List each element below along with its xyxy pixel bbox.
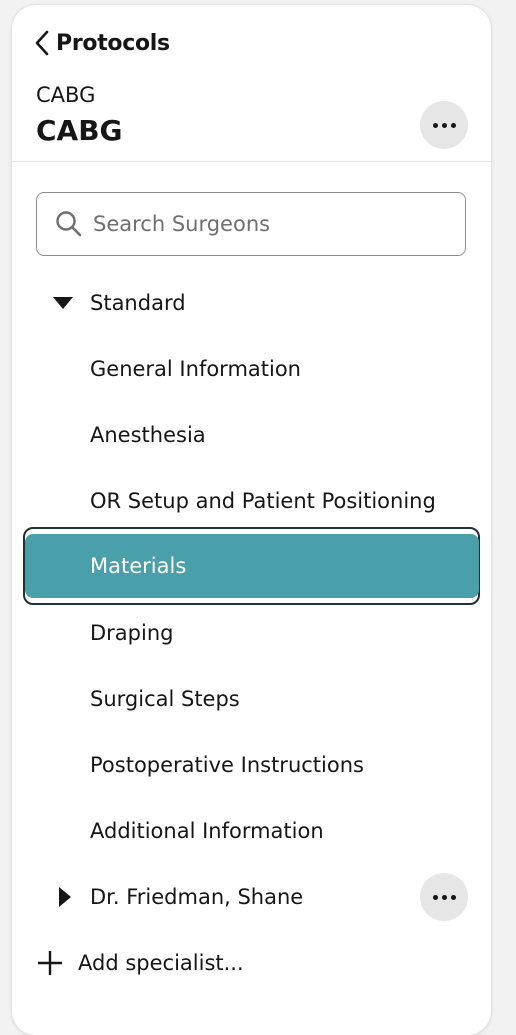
tree-item-label: Postoperative Instructions <box>90 753 364 777</box>
add-specialist-button[interactable]: Add specialist... <box>36 935 244 991</box>
chevron-left-icon <box>35 30 49 56</box>
tree-item-surgical-steps[interactable]: Surgical Steps <box>12 666 491 732</box>
tree-item-label: Surgical Steps <box>90 687 240 711</box>
search-surgeons-input[interactable] <box>93 212 433 236</box>
surgeon-more-button[interactable] <box>420 873 468 921</box>
tree-item-anesthesia[interactable]: Anesthesia <box>12 402 491 468</box>
back-link-label: Protocols <box>56 30 170 56</box>
tree-item-additional-information[interactable]: Additional Information <box>12 798 491 864</box>
protocol-subtitle: CABG <box>36 83 96 107</box>
tree-item-label: OR Setup and Patient Positioning <box>90 489 436 513</box>
tree-item-postoperative-instructions[interactable]: Postoperative Instructions <box>12 732 491 798</box>
tree-group-standard[interactable]: Standard <box>12 270 491 336</box>
tree-item-label: Draping <box>90 621 174 645</box>
tree-item-draping[interactable]: Draping <box>12 600 491 666</box>
search-icon <box>56 211 82 237</box>
tree-item-general-information[interactable]: General Information <box>12 336 491 402</box>
tree-item-label: Anesthesia <box>90 423 206 447</box>
caret-right-icon <box>59 887 71 907</box>
tree-item-label: Materials <box>90 554 187 578</box>
more-horizontal-icon <box>431 122 458 128</box>
back-to-protocols-link[interactable]: Protocols <box>34 25 170 61</box>
header-divider <box>12 161 491 162</box>
add-specialist-label: Add specialist... <box>78 951 244 975</box>
protocol-title: CABG <box>36 114 123 147</box>
protocol-panel: Protocols CABG CABG Standard General Inf… <box>12 5 491 1035</box>
tree-group-label: Dr. Friedman, Shane <box>90 885 304 909</box>
tree-item-label: Additional Information <box>90 819 324 843</box>
caret-down-icon <box>53 297 73 309</box>
plus-icon <box>38 951 62 975</box>
tree-group-label: Standard <box>90 291 186 315</box>
tree-item-materials[interactable]: Materials <box>25 534 479 598</box>
more-horizontal-icon <box>431 894 458 900</box>
tree-item-label: General Information <box>90 357 301 381</box>
tree-item-or-setup[interactable]: OR Setup and Patient Positioning <box>12 468 491 534</box>
search-surgeons-field[interactable] <box>36 192 466 256</box>
protocol-more-button[interactable] <box>420 101 468 149</box>
